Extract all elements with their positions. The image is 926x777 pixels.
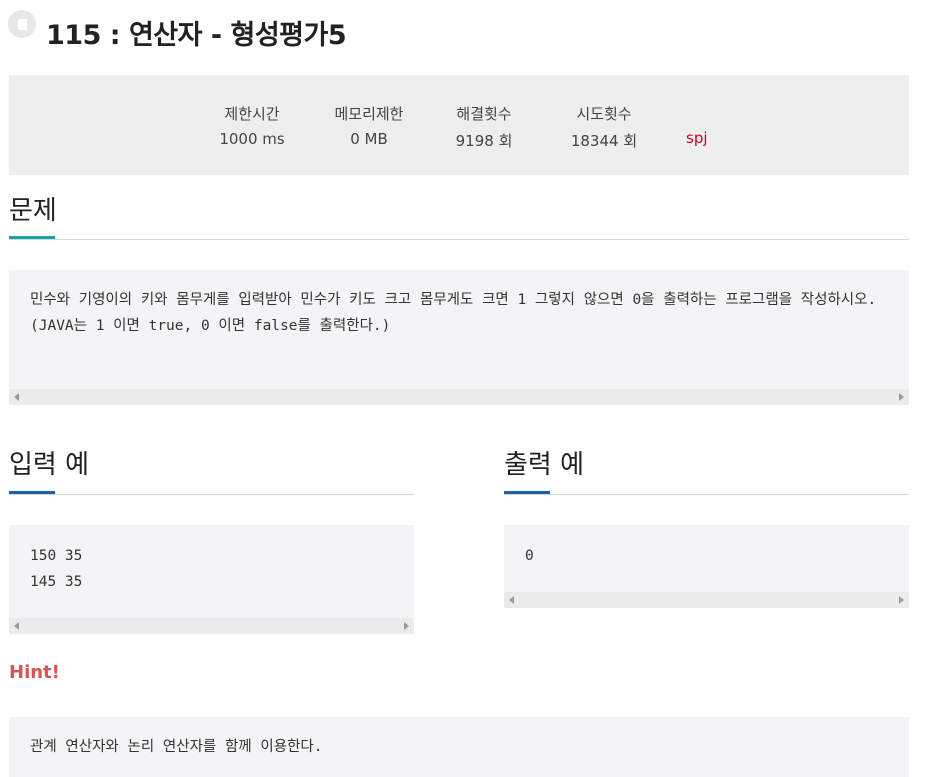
stat-value: 18344 회 — [570, 132, 638, 150]
output-example: 0 — [525, 548, 534, 564]
hint-text: 관계 연산자와 논리 연산자를 함께 이용한다. — [30, 739, 323, 755]
output-example-heading: 출력 예 — [504, 450, 585, 480]
input-example-box: 150 35 145 35 — [9, 525, 414, 634]
spj-badge: spj — [686, 129, 708, 147]
horizontal-scrollbar[interactable] — [9, 618, 414, 634]
stat-label: 해결횟수 — [456, 105, 512, 123]
horizontal-scrollbar[interactable] — [9, 389, 909, 405]
stat-label: 시도횟수 — [576, 105, 632, 123]
stat-solved-count: 해결횟수 9198 회 — [439, 103, 529, 151]
section-accent — [504, 491, 550, 494]
stat-time-limit: 제한시간 1000 ms — [207, 103, 297, 148]
stat-value: 9198 회 — [455, 132, 513, 150]
problem-heading: 문제 — [9, 196, 57, 226]
stat-label: 메모리제한 — [334, 105, 404, 123]
scroll-right-icon[interactable] — [404, 622, 409, 630]
scroll-right-icon[interactable] — [899, 393, 904, 401]
divider — [9, 494, 414, 495]
stat-attempt-count: 시도횟수 18344 회 — [559, 103, 649, 151]
divider — [504, 494, 909, 495]
document-icon — [8, 10, 36, 38]
stat-label: 제한시간 — [224, 105, 280, 123]
problem-description: 민수와 기영이의 키와 몸무게를 입력받아 민수가 키도 크고 몸무게도 크면 … — [30, 292, 877, 334]
input-example-heading: 입력 예 — [9, 450, 90, 480]
hint-heading: Hint! — [9, 662, 60, 683]
problem-description-box: 민수와 기영이의 키와 몸무게를 입력받아 민수가 키도 크고 몸무게도 크면 … — [9, 270, 909, 405]
stat-value: 0 MB — [350, 130, 388, 148]
hint-box: 관계 연산자와 논리 연산자를 함께 이용한다. — [9, 717, 909, 777]
section-accent — [9, 491, 55, 494]
divider — [9, 239, 909, 240]
section-accent — [9, 236, 55, 239]
stats-panel: 제한시간 1000 ms 메모리제한 0 MB 해결횟수 9198 회 시도횟수… — [9, 75, 909, 175]
scroll-left-icon[interactable] — [14, 622, 19, 630]
stat-memory-limit: 메모리제한 0 MB — [321, 103, 417, 148]
scroll-left-icon[interactable] — [14, 393, 19, 401]
output-example-box: 0 — [504, 525, 909, 608]
input-example: 150 35 145 35 — [30, 548, 83, 590]
page-title: 115 : 연산자 - 형성평가5 — [46, 19, 347, 51]
title-row: 115 : 연산자 - 형성평가5 — [8, 8, 347, 56]
scroll-left-icon[interactable] — [509, 596, 514, 604]
scroll-right-icon[interactable] — [899, 596, 904, 604]
stat-value: 1000 ms — [219, 130, 285, 148]
horizontal-scrollbar[interactable] — [504, 592, 909, 608]
